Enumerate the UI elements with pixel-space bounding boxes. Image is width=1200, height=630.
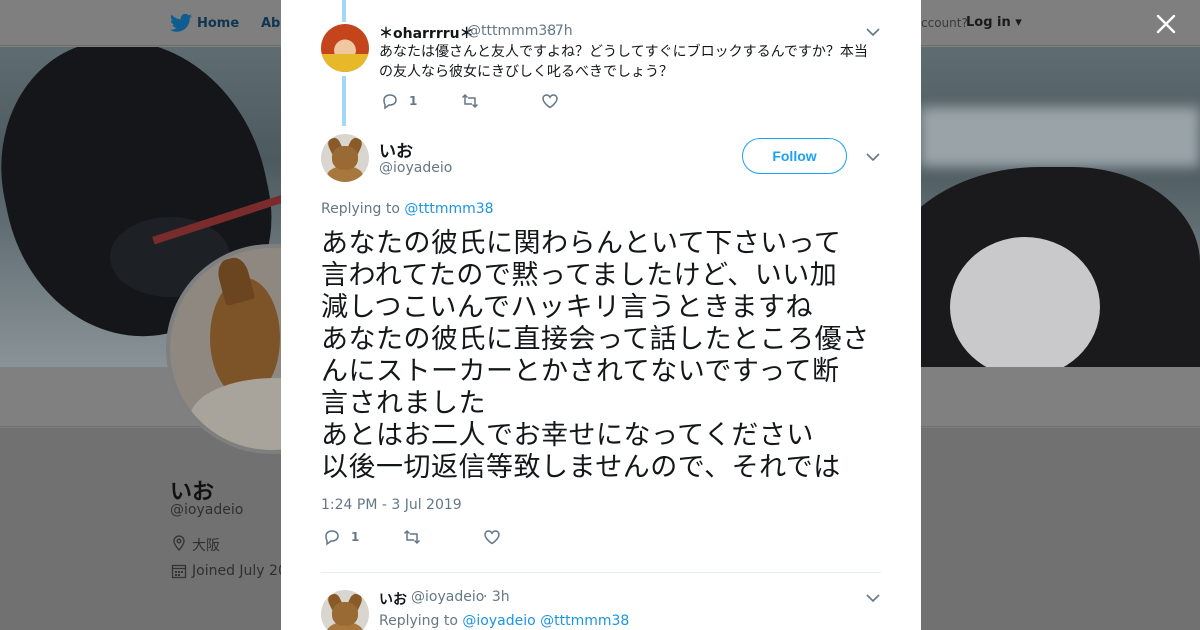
location-icon bbox=[173, 535, 185, 551]
profile-joined-date: Joined July 20 bbox=[192, 563, 287, 579]
tweet-text: あなたは優さんと友人ですよね？どうしてすぐにブロックするんですか？本当 の友人な… bbox=[379, 42, 879, 82]
tweet-text-line: んにストーカーとかされてないですって断 bbox=[321, 356, 840, 387]
tweet-time[interactable]: · 7h bbox=[546, 23, 573, 39]
retweet-button[interactable] bbox=[461, 92, 479, 110]
follow-button[interactable]: Follow bbox=[742, 138, 847, 174]
tweet-divider bbox=[321, 572, 881, 573]
retweet-icon bbox=[461, 93, 479, 109]
reply-count: 1 bbox=[409, 94, 418, 108]
replying-to: Replying to @ioyadeio @tttmmm38 bbox=[379, 613, 629, 629]
profile-handle: @ioyadeio bbox=[170, 502, 244, 518]
reply-button[interactable]: 1 bbox=[323, 528, 359, 546]
tweet-author-handle[interactable]: @ioyadeio bbox=[411, 589, 484, 605]
replying-to-prefix: Replying to bbox=[379, 613, 458, 629]
tweet-text-large: あなたの彼氏に関わらんといて下さいって 言われてたので黙ってましたけど、いい加 … bbox=[321, 228, 891, 484]
tweet-text-line: 減しつこいんでハッキリ言うときますね bbox=[321, 292, 814, 323]
close-icon[interactable] bbox=[1154, 12, 1178, 36]
tweet-text-line: あなたは優さんと友人ですよね？どうしてすぐにブロックするんですか？本当 bbox=[379, 44, 868, 60]
tweet-author-name[interactable]: いお bbox=[379, 137, 413, 162]
reply-count: 1 bbox=[351, 530, 360, 544]
reply-icon bbox=[383, 94, 397, 110]
tweet-author-name[interactable]: ＊oharrrru＊ bbox=[379, 23, 474, 43]
nav-home-link[interactable]: Home bbox=[197, 16, 239, 31]
login-label: Log in bbox=[966, 15, 1011, 30]
like-button[interactable] bbox=[541, 92, 559, 110]
tweet-actions: 1 bbox=[381, 92, 581, 112]
replying-to-prefix: Replying to bbox=[321, 201, 400, 217]
tweet-text-line: の友人なら彼女にきびしく叱るべきでしょう？ bbox=[379, 64, 673, 80]
tweet-text-line: 以後一切返信等致しませんので、それでは bbox=[321, 452, 841, 483]
tweet-author-name[interactable]: いお bbox=[379, 589, 407, 609]
replying-to-link[interactable]: @tttmmm38 bbox=[540, 613, 629, 629]
user-avatar[interactable] bbox=[321, 24, 369, 72]
thread-connector-line bbox=[342, 76, 346, 126]
replying-to-link[interactable]: @ioyadeio bbox=[462, 613, 535, 629]
tweet-text-line: あなたの彼氏に直接会って話したところ優さ bbox=[321, 324, 870, 355]
like-icon bbox=[542, 94, 558, 109]
tweet-actions: 1 bbox=[323, 528, 523, 548]
retweet-button[interactable] bbox=[403, 528, 421, 546]
have-account-text: ccount? bbox=[921, 16, 968, 30]
tweet-text-line: あなたの彼氏に関わらんといて下さいって bbox=[321, 228, 842, 259]
tweet-text-line: 言されました bbox=[321, 388, 486, 419]
replying-to-link[interactable]: @tttmmm38 bbox=[404, 201, 493, 217]
twitter-bird-icon bbox=[170, 13, 192, 32]
tweet-author-handle[interactable]: @tttmmm38 bbox=[467, 23, 556, 39]
user-avatar[interactable] bbox=[321, 590, 369, 630]
chevron-down-icon[interactable] bbox=[866, 593, 880, 603]
like-icon bbox=[484, 530, 500, 545]
tweet-permalink-modal: ＊oharrrru＊ @tttmmm38 · 7h あなたは優さんと友人ですよね… bbox=[281, 0, 921, 630]
chevron-down-icon[interactable] bbox=[866, 152, 880, 162]
profile-location: 大阪 bbox=[192, 538, 220, 554]
replying-to: Replying to @tttmmm38 bbox=[321, 201, 494, 217]
retweet-icon bbox=[403, 529, 421, 545]
tweet-text-line: 言われてたので黙ってましたけど、いい加 bbox=[321, 260, 838, 291]
calendar-icon bbox=[171, 564, 187, 579]
tweet-text-line: あとはお二人でお幸せになってください bbox=[321, 420, 814, 451]
thread-connector-line bbox=[342, 0, 346, 22]
reply-icon bbox=[325, 530, 339, 546]
like-button[interactable] bbox=[483, 528, 501, 546]
tweet-time[interactable]: · 3h bbox=[483, 589, 510, 605]
login-link[interactable]: Log in ▾ bbox=[966, 15, 1022, 30]
chevron-down-icon[interactable] bbox=[866, 27, 880, 37]
user-avatar[interactable] bbox=[321, 134, 369, 182]
reply-button[interactable]: 1 bbox=[381, 92, 417, 110]
tweet-author-handle[interactable]: @ioyadeio bbox=[379, 160, 452, 176]
tweet-timestamp[interactable]: 1:24 PM - 3 Jul 2019 bbox=[321, 497, 462, 513]
